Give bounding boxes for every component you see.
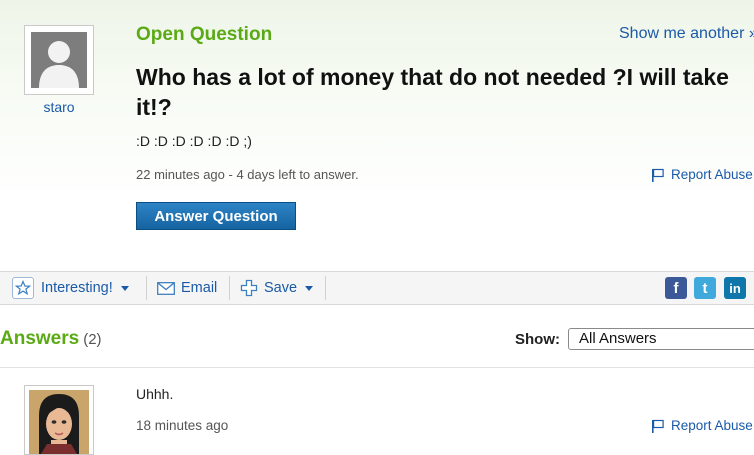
report-abuse-label: Report Abuse — [671, 167, 753, 182]
star-icon — [12, 277, 34, 299]
report-abuse-question-link[interactable]: Report Abuse — [651, 167, 753, 182]
report-abuse-label: Report Abuse — [671, 418, 753, 433]
twitter-share-icon[interactable]: t — [694, 277, 716, 299]
save-button[interactable]: Save — [240, 272, 314, 304]
answerer-avatar[interactable] — [24, 385, 94, 455]
question-title: Who has a lot of money that do not neede… — [136, 64, 729, 120]
facebook-share-icon[interactable]: f — [665, 277, 687, 299]
answers-count: (2) — [83, 331, 102, 348]
asker-avatar[interactable] — [24, 25, 94, 95]
email-button[interactable]: Email — [157, 272, 217, 304]
email-label: Email — [181, 280, 218, 296]
show-another-link[interactable]: Show me another » — [619, 25, 754, 43]
interesting-button[interactable]: Interesting! — [12, 272, 129, 304]
report-abuse-answer-link[interactable]: Report Abuse — [651, 418, 753, 433]
answer-text: Uhhh. — [136, 386, 174, 402]
show-filter-label: Show: — [515, 331, 560, 348]
question-meta: 22 minutes ago - 4 days left to answer. — [136, 167, 359, 182]
answer-question-button[interactable]: Answer Question — [136, 202, 296, 230]
envelope-icon — [157, 281, 175, 295]
toolbar-divider — [325, 276, 326, 300]
answers-filter-select[interactable]: All Answers — [568, 328, 754, 350]
interesting-label: Interesting! — [41, 280, 113, 296]
linkedin-share-icon[interactable]: in — [724, 277, 746, 299]
plus-icon — [240, 279, 258, 297]
chevron-down-icon — [120, 285, 129, 291]
answers-heading-label: Answers — [0, 328, 80, 349]
asker-name-link[interactable]: staro — [24, 99, 94, 115]
cartoon-avatar-icon — [29, 390, 89, 454]
question-toolbar: Interesting! Email Save f t in — [0, 271, 754, 305]
toolbar-divider — [146, 276, 147, 300]
question-status-label: Open Question — [136, 24, 273, 45]
question-detail: :D :D :D :D :D :D ;) — [136, 133, 252, 149]
chevron-down-icon — [305, 285, 314, 291]
answer-time: 18 minutes ago — [136, 418, 229, 433]
flag-icon — [651, 419, 665, 433]
flag-icon — [651, 168, 665, 182]
section-divider — [0, 367, 754, 368]
save-label: Save — [264, 280, 298, 296]
default-user-icon — [31, 32, 87, 88]
toolbar-divider — [229, 276, 230, 300]
answers-heading: Answers (2) — [0, 328, 102, 350]
